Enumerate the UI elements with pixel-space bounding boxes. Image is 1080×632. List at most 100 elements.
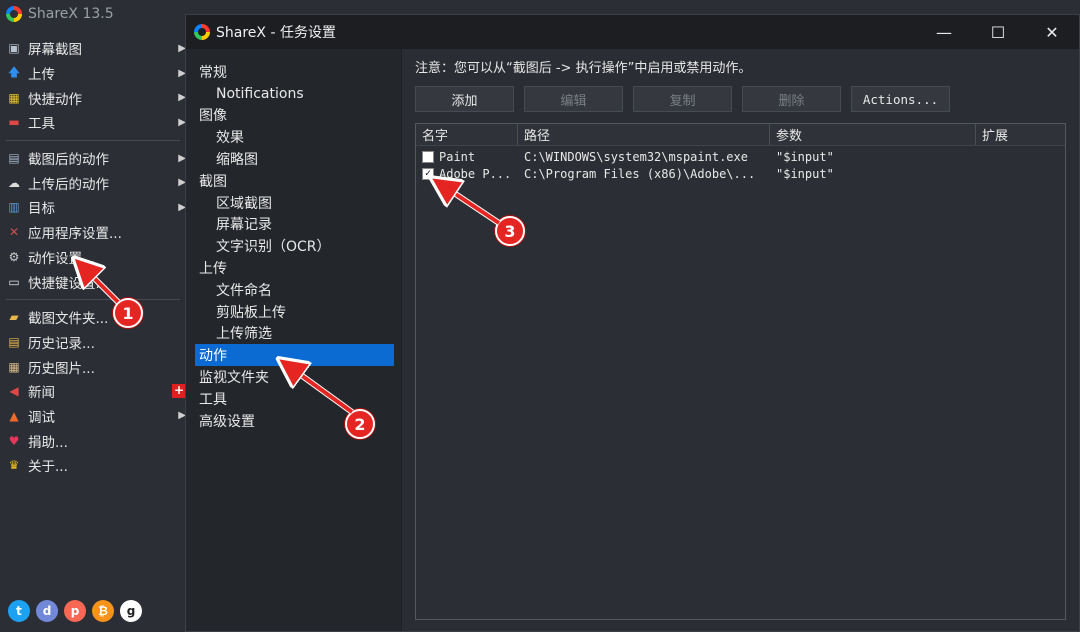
settings-tree: 常规 Notifications 图像 效果 缩略图 截图 区域截图 屏幕记录 文字识别（OCR…: [186, 49, 401, 631]
tree-item[interactable]: 上传: [186, 257, 401, 279]
column-header-name[interactable]: 名字: [416, 124, 518, 145]
tree-item[interactable]: 屏幕记录: [186, 214, 401, 236]
keyboard-icon: ▭: [8, 274, 20, 289]
table-body: Paint C:\WINDOWS\system32\mspaint.exe "$in…: [416, 146, 1065, 182]
menu-item[interactable]: ▬ 工具 ▶: [0, 110, 186, 135]
twitter-icon[interactable]: t: [8, 600, 30, 622]
edit-button[interactable]: 编辑: [524, 86, 623, 112]
cell-args: "$input": [776, 149, 834, 164]
menu-item[interactable]: ▦ 历史图片...: [0, 354, 186, 379]
discord-icon[interactable]: d: [36, 600, 58, 622]
patreon-icon[interactable]: p: [64, 600, 86, 622]
github-icon[interactable]: g: [120, 600, 142, 622]
column-header-extension[interactable]: 扩展: [976, 124, 1065, 145]
menu-item[interactable]: ☁ 上传后的动作 ▶: [0, 170, 186, 195]
row-checkbox[interactable]: [422, 150, 434, 163]
tree-item[interactable]: 动作: [195, 344, 394, 367]
tree-item[interactable]: 剪贴板上传: [186, 301, 401, 323]
cell-extension: [976, 148, 1065, 165]
cell-args: "$input": [776, 166, 834, 181]
tree-item[interactable]: 缩略图: [186, 148, 401, 170]
table-row[interactable]: ✓ Adobe P... C:\Program Files (x86)\Adobe\…: [416, 165, 1065, 182]
maximize-button[interactable]: ☐: [971, 15, 1025, 49]
tree-item[interactable]: 工具: [186, 388, 401, 410]
toolbox-icon: ▬: [8, 115, 20, 130]
menu-item-label: 动作设置...: [28, 250, 95, 267]
menu-separator: [6, 298, 180, 300]
menu-item[interactable]: ♥ 捐助...: [0, 428, 186, 453]
menu-item[interactable]: ▭ 快捷键设置...: [0, 269, 186, 294]
after-capture-icon: ▤: [8, 151, 20, 166]
menu-item[interactable]: ♛ 关于...: [0, 453, 186, 478]
menu-item[interactable]: ✕ 应用程序设置...: [0, 220, 186, 245]
tree-item[interactable]: 截图: [186, 170, 401, 192]
menu-item[interactable]: ▰ 截图文件夹...: [0, 305, 186, 330]
task-title-bar: ShareX - 任务设置 — ☐ ✕: [186, 15, 1079, 49]
upload-arrow-icon: 🡅: [7, 64, 21, 79]
menu-item[interactable]: ▤ 历史记录...: [0, 330, 186, 355]
menu-item[interactable]: ▥ 目标 ▶: [0, 195, 186, 220]
cell-name: ✓ Adobe P...: [416, 165, 518, 182]
callout-badge-1: 1: [113, 298, 143, 328]
menu-item[interactable]: ▣ 屏幕截图 ▶: [0, 36, 186, 61]
menu-item[interactable]: ▲ 调试 ▶: [0, 404, 186, 429]
menu-item-label: 截图文件夹...: [28, 311, 109, 328]
actions-table: 名字 路径 参数 扩展 Paint C:\WINDOWS\system32\msp…: [415, 123, 1066, 620]
close-button[interactable]: ✕: [1025, 15, 1079, 49]
actions-toolbar: 添加 编辑 复制 删除 Actions...: [415, 86, 950, 112]
add-button[interactable]: 添加: [415, 86, 514, 112]
menu-item[interactable]: ▤ 截图后的动作 ▶: [0, 146, 186, 171]
actions-note: 注意：您可以从“截图后 -> 执行操作”中启用或禁用动作。: [415, 61, 752, 76]
bitcoin-icon[interactable]: ₿: [92, 600, 114, 622]
table-header: 名字 路径 参数 扩展: [416, 124, 1065, 146]
social-links: t d p ₿ g: [8, 600, 142, 622]
cell-name-text: Adobe P...: [439, 166, 512, 181]
menu-item-label: 历史图片...: [28, 360, 95, 377]
menu-item-label: 屏幕截图: [28, 42, 82, 59]
menu-item-label: 新闻: [28, 385, 55, 402]
tree-item[interactable]: 监视文件夹: [186, 366, 401, 388]
menu-item-label: 上传后的动作: [28, 176, 109, 193]
menu-item-label: 调试: [28, 409, 55, 426]
traffic-cone-icon: ▲: [9, 408, 19, 423]
menu-item[interactable]: ◀ 新闻 +: [0, 379, 186, 404]
news-badge: +: [172, 382, 186, 398]
tree-item[interactable]: 文件命名: [186, 279, 401, 301]
tree-item[interactable]: Notifications: [186, 83, 401, 105]
tree-item[interactable]: 常规: [186, 61, 401, 83]
cell-path: C:\WINDOWS\system32\mspaint.exe: [524, 149, 748, 164]
minimize-button[interactable]: —: [917, 15, 971, 49]
copy-button[interactable]: 复制: [633, 86, 732, 112]
callout-badge-2: 2: [345, 409, 375, 439]
main-title-bar: ShareX 13.5: [0, 0, 190, 28]
actions-menu-button[interactable]: Actions...: [851, 86, 950, 112]
gear-icon: ⚙: [8, 249, 20, 264]
menu-item[interactable]: ⚙ 动作设置...: [0, 245, 186, 270]
menu-item-label: 工具: [28, 116, 55, 133]
tree-item[interactable]: 区域截图: [186, 192, 401, 214]
history-icon: ▤: [8, 334, 20, 349]
menu-separator: [6, 139, 180, 141]
menu-item[interactable]: 🡅 上传 ▶: [0, 61, 186, 86]
row-checkbox[interactable]: ✓: [422, 167, 434, 180]
megaphone-icon: ◀: [9, 384, 19, 399]
tree-item[interactable]: 效果: [186, 126, 401, 148]
column-header-path[interactable]: 路径: [518, 124, 770, 145]
table-row[interactable]: Paint C:\WINDOWS\system32\mspaint.exe "$in…: [416, 148, 1065, 165]
delete-button[interactable]: 删除: [742, 86, 841, 112]
task-window-title: ShareX - 任务设置: [216, 25, 336, 41]
menu-item-label: 关于...: [28, 459, 68, 476]
column-header-args[interactable]: 参数: [770, 124, 976, 145]
tree-item[interactable]: 上传筛选: [186, 323, 401, 345]
tree-item[interactable]: 图像: [186, 105, 401, 127]
sharex-logo-icon: [6, 6, 22, 22]
menu-item[interactable]: ▦ 快捷动作 ▶: [0, 85, 186, 110]
menu-item-label: 截图后的动作: [28, 152, 109, 169]
menu-item-label: 目标: [28, 201, 55, 218]
image-history-icon: ▦: [8, 359, 20, 374]
heart-icon: ♥: [8, 433, 20, 448]
tree-item[interactable]: 文字识别（OCR）: [186, 235, 401, 257]
cell-name-text: Paint: [439, 149, 476, 164]
main-menu: ▣ 屏幕截图 ▶ 🡅 上传 ▶ ▦ 快捷动作 ▶ ▬ 工具 ▶ ▤ 截图后的动作 ▶ ☁ 上传后的动作 ▶ ▥ 目标 ▶…: [0, 36, 186, 478]
cell-path: C:\Program Files (x86)\Adobe\...: [524, 166, 756, 181]
